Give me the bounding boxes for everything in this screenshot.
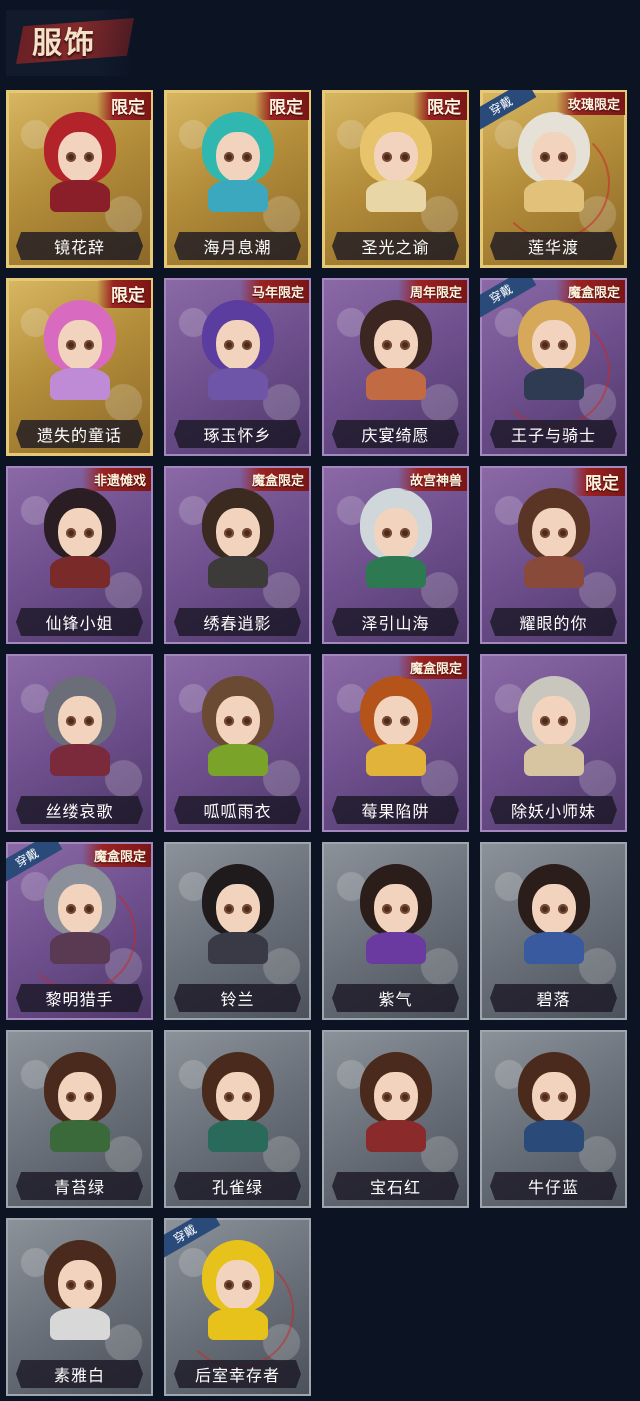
costume-card[interactable]: 限定耀眼的你 <box>480 466 627 644</box>
costume-name-bar: 圣光之谕 <box>332 232 459 260</box>
costume-card[interactable]: 周年限定庆宴绮愿 <box>322 278 469 456</box>
costume-name: 呱呱雨衣 <box>203 802 272 821</box>
costume-name-bar: 除妖小师妹 <box>490 796 617 824</box>
costume-card[interactable]: 马年限定琢玉怀乡 <box>164 278 311 456</box>
limited-badge: 马年限定 <box>239 280 309 303</box>
costume-card[interactable]: 牛仔蓝 <box>480 1030 627 1208</box>
costume-name: 圣光之谕 <box>361 238 430 257</box>
costume-name: 紫气 <box>378 990 413 1009</box>
costume-card[interactable]: 除妖小师妹 <box>480 654 627 832</box>
costume-name-bar: 耀眼的你 <box>490 608 617 636</box>
costume-name: 泽引山海 <box>361 614 430 633</box>
costume-name: 宝石红 <box>369 1178 421 1197</box>
costume-name: 绣春逍影 <box>203 614 272 633</box>
costume-name: 王子与骑士 <box>510 426 596 445</box>
costume-name: 庆宴绮愿 <box>361 426 430 445</box>
limited-badge: 限定 <box>97 280 151 308</box>
limited-badge: 限定 <box>413 92 467 120</box>
costume-name: 碧落 <box>536 990 571 1009</box>
costume-name: 莲华渡 <box>527 238 579 257</box>
costume-name-bar: 绣春逍影 <box>174 608 301 636</box>
limited-badge: 故宫神兽 <box>397 468 467 491</box>
costume-name-bar: 遗失的童话 <box>16 420 143 448</box>
costume-name-bar: 庆宴绮愿 <box>332 420 459 448</box>
costume-name-bar: 碧落 <box>490 984 617 1012</box>
limited-badge: 魔盒限定 <box>239 468 309 491</box>
costume-card[interactable]: 玫瑰限定 穿戴 莲华渡 <box>480 90 627 268</box>
costume-name: 耀眼的你 <box>519 614 588 633</box>
costume-card[interactable]: 丝缕哀歌 <box>6 654 153 832</box>
costume-card[interactable]: 穿戴 后室幸存者 <box>164 1218 311 1396</box>
limited-badge: 魔盒限定 <box>555 280 625 303</box>
costume-name-bar: 宝石红 <box>332 1172 459 1200</box>
costume-card[interactable]: 限定海月息潮 <box>164 90 311 268</box>
costume-card[interactable]: 素雅白 <box>6 1218 153 1396</box>
costume-name-bar: 铃兰 <box>174 984 301 1012</box>
costume-name: 铃兰 <box>220 990 255 1009</box>
costume-card[interactable]: 孔雀绿 <box>164 1030 311 1208</box>
costume-name: 遗失的童话 <box>36 426 122 445</box>
costume-card[interactable]: 呱呱雨衣 <box>164 654 311 832</box>
costume-name: 后室幸存者 <box>194 1366 280 1385</box>
costume-name-bar: 镜花辞 <box>16 232 143 260</box>
page-title: 服饰 <box>32 26 96 61</box>
costume-card[interactable]: 碧落 <box>480 842 627 1020</box>
costume-name-bar: 莓果陷阱 <box>332 796 459 824</box>
costume-card[interactable]: 魔盒限定 穿戴 黎明猎手 <box>6 842 153 1020</box>
costume-card[interactable]: 限定镜花辞 <box>6 90 153 268</box>
costume-name: 孔雀绿 <box>211 1178 263 1197</box>
costume-name: 琢玉怀乡 <box>203 426 272 445</box>
costume-name-bar: 后室幸存者 <box>174 1360 301 1388</box>
costume-card[interactable]: 铃兰 <box>164 842 311 1020</box>
limited-badge: 魔盒限定 <box>81 844 151 867</box>
costume-name-bar: 王子与骑士 <box>490 420 617 448</box>
costume-name: 素雅白 <box>53 1366 105 1385</box>
costume-name: 仙锋小姐 <box>45 614 114 633</box>
costume-name-bar: 莲华渡 <box>490 232 617 260</box>
costume-name-bar: 呱呱雨衣 <box>174 796 301 824</box>
limited-badge: 玫瑰限定 <box>555 92 625 115</box>
costume-name-bar: 素雅白 <box>16 1360 143 1388</box>
costume-name: 牛仔蓝 <box>527 1178 579 1197</box>
costume-name-bar: 仙锋小姐 <box>16 608 143 636</box>
limited-badge: 魔盒限定 <box>397 656 467 679</box>
costume-card[interactable]: 限定遗失的童话 <box>6 278 153 456</box>
costume-name-bar: 海月息潮 <box>174 232 301 260</box>
costume-name-bar: 青苔绿 <box>16 1172 143 1200</box>
costume-name: 黎明猎手 <box>45 990 114 1009</box>
costume-name: 青苔绿 <box>53 1178 105 1197</box>
costume-card[interactable]: 限定圣光之谕 <box>322 90 469 268</box>
costume-name-bar: 黎明猎手 <box>16 984 143 1012</box>
costume-card[interactable]: 非遗傩戏仙锋小姐 <box>6 466 153 644</box>
costume-name: 海月息潮 <box>203 238 272 257</box>
costume-name-bar: 紫气 <box>332 984 459 1012</box>
limited-badge: 周年限定 <box>397 280 467 303</box>
costume-name: 镜花辞 <box>53 238 105 257</box>
limited-badge: 限定 <box>255 92 309 120</box>
costume-name: 莓果陷阱 <box>361 802 430 821</box>
costume-name-bar: 泽引山海 <box>332 608 459 636</box>
costume-card[interactable]: 魔盒限定 穿戴 王子与骑士 <box>480 278 627 456</box>
costume-card[interactable]: 魔盒限定莓果陷阱 <box>322 654 469 832</box>
limited-badge: 非遗傩戏 <box>81 468 151 491</box>
costume-card[interactable]: 紫气 <box>322 842 469 1020</box>
limited-badge: 限定 <box>571 468 625 496</box>
costume-name-bar: 琢玉怀乡 <box>174 420 301 448</box>
costume-card[interactable]: 魔盒限定绣春逍影 <box>164 466 311 644</box>
costume-card[interactable]: 宝石红 <box>322 1030 469 1208</box>
costume-name-bar: 孔雀绿 <box>174 1172 301 1200</box>
limited-badge: 限定 <box>97 92 151 120</box>
costume-name-bar: 丝缕哀歌 <box>16 796 143 824</box>
costume-name: 除妖小师妹 <box>510 802 596 821</box>
costume-card[interactable]: 故宫神兽泽引山海 <box>322 466 469 644</box>
costume-card[interactable]: 青苔绿 <box>6 1030 153 1208</box>
costume-name-bar: 牛仔蓝 <box>490 1172 617 1200</box>
costume-name: 丝缕哀歌 <box>45 802 114 821</box>
